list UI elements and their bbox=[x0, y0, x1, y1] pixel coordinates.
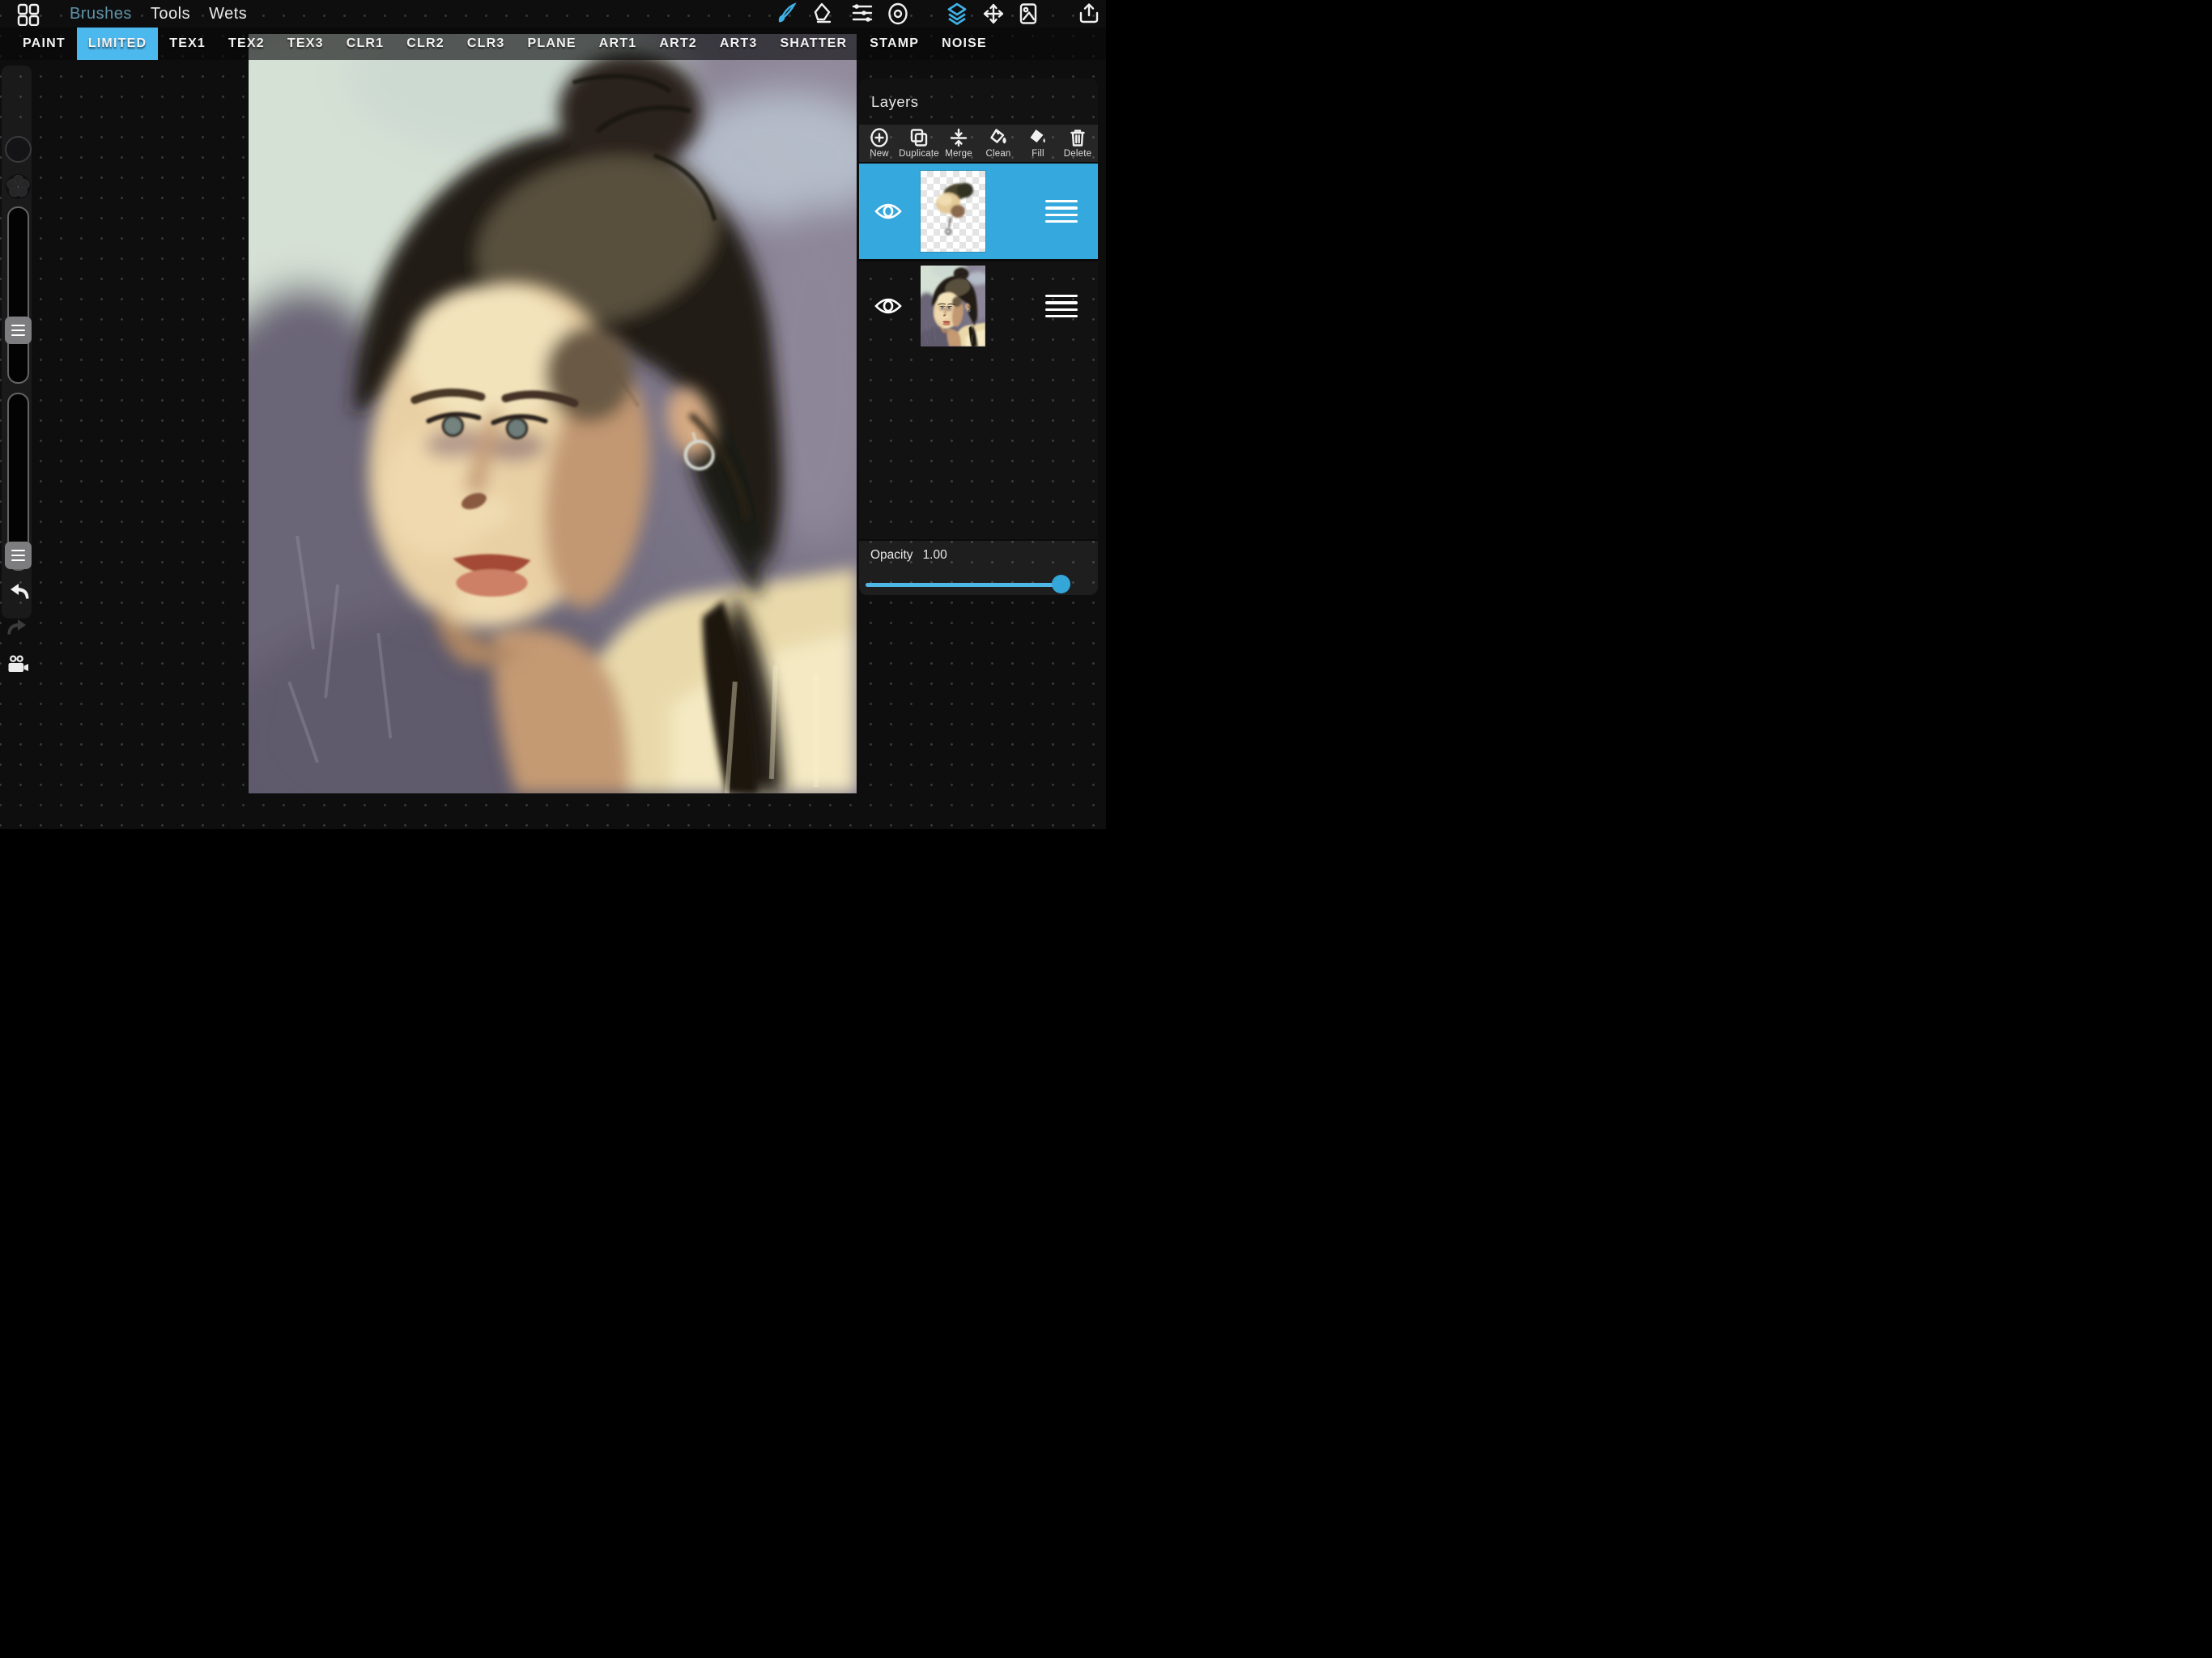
current-color-swatch[interactable] bbox=[5, 136, 32, 163]
menu-item-tools[interactable]: Tools bbox=[151, 5, 190, 23]
sliders-icon[interactable] bbox=[851, 2, 874, 25]
layer-row-portrait[interactable] bbox=[859, 259, 1098, 351]
opacity-label: Opacity bbox=[870, 548, 913, 563]
tab-tex1[interactable]: TEX1 bbox=[158, 28, 217, 60]
layer-visibility-eye-icon[interactable] bbox=[874, 201, 902, 222]
opacity-value: 1.00 bbox=[923, 548, 947, 563]
layer-drag-handle[interactable] bbox=[1045, 295, 1078, 318]
eraser-icon[interactable] bbox=[811, 2, 834, 25]
tab-tex2[interactable]: TEX2 bbox=[217, 28, 276, 60]
paintbrush-icon[interactable] bbox=[775, 2, 798, 25]
layers-panel: Layers New Duplicate Merge Clean Fill bbox=[859, 79, 1098, 595]
apps-grid-icon[interactable] bbox=[16, 3, 40, 26]
redo-icon[interactable] bbox=[7, 618, 29, 639]
tab-plane[interactable]: PLANE bbox=[516, 28, 587, 60]
tab-stamp[interactable]: STAMP bbox=[858, 28, 930, 60]
clean-layer-label: Clean bbox=[985, 149, 1010, 159]
new-layer-button[interactable]: New bbox=[860, 128, 899, 159]
video-camera-icon[interactable] bbox=[7, 655, 29, 673]
merge-layer-button[interactable]: Merge bbox=[939, 128, 978, 159]
layer-thumbnail-paint-daub[interactable] bbox=[921, 171, 985, 252]
tab-limited[interactable]: LIMITED bbox=[77, 28, 158, 60]
delete-layer-button[interactable]: Delete bbox=[1058, 128, 1097, 159]
duplicate-layer-button[interactable]: Duplicate bbox=[900, 128, 938, 159]
brush-opacity-slider-handle[interactable] bbox=[5, 542, 32, 569]
layer-opacity-section: Opacity 1.00 bbox=[859, 539, 1098, 595]
image-icon[interactable] bbox=[1017, 2, 1040, 25]
layers-toolbar: New Duplicate Merge Clean Fill Delete bbox=[859, 125, 1098, 162]
menu-item-wets[interactable]: Wets bbox=[209, 5, 247, 23]
tab-art1[interactable]: ART1 bbox=[588, 28, 649, 60]
layer-drag-handle[interactable] bbox=[1045, 200, 1078, 223]
tab-clr3[interactable]: CLR3 bbox=[456, 28, 517, 60]
undo-icon[interactable] bbox=[7, 582, 29, 603]
move-icon[interactable] bbox=[982, 2, 1005, 25]
merge-layer-label: Merge bbox=[945, 149, 972, 159]
fill-layer-button[interactable]: Fill bbox=[1019, 128, 1057, 159]
brush-size-slider[interactable] bbox=[7, 206, 29, 384]
tab-noise[interactable]: NOISE bbox=[930, 28, 998, 60]
new-layer-label: New bbox=[870, 149, 889, 159]
layer-list bbox=[859, 162, 1098, 539]
opacity-slider-handle[interactable] bbox=[1052, 575, 1070, 593]
tab-clr1[interactable]: CLR1 bbox=[335, 28, 396, 60]
opacity-slider-track[interactable] bbox=[866, 583, 1068, 587]
brush-category-tabs: PAINT LIMITED TEX1 TEX2 TEX3 CLR1 CLR2 C… bbox=[0, 28, 1106, 60]
duplicate-layer-label: Duplicate bbox=[899, 149, 939, 159]
clean-layer-button[interactable]: Clean bbox=[979, 128, 1018, 159]
app-window: Brushes Tools Wets bbox=[0, 0, 1106, 829]
layer-thumbnail-portrait[interactable] bbox=[921, 266, 985, 346]
tab-tex3[interactable]: TEX3 bbox=[276, 28, 335, 60]
menu-item-brushes[interactable]: Brushes bbox=[70, 5, 132, 23]
tab-shatter[interactable]: SHATTER bbox=[769, 28, 859, 60]
tab-art3[interactable]: ART3 bbox=[708, 28, 769, 60]
delete-layer-label: Delete bbox=[1064, 149, 1091, 159]
record-circle-icon[interactable] bbox=[887, 2, 909, 25]
layer-visibility-eye-icon[interactable] bbox=[874, 295, 902, 317]
painting-canvas[interactable] bbox=[249, 34, 857, 793]
fill-layer-label: Fill bbox=[1032, 149, 1044, 159]
layer-row-top[interactable] bbox=[859, 164, 1098, 259]
color-wheel-flower-icon[interactable] bbox=[5, 173, 32, 200]
tab-paint[interactable]: PAINT bbox=[11, 28, 77, 60]
layers-panel-title: Layers bbox=[859, 79, 1098, 125]
brush-size-slider-handle[interactable] bbox=[5, 317, 32, 344]
mode-menu: Brushes Tools Wets bbox=[70, 0, 247, 28]
layers-icon[interactable] bbox=[946, 2, 968, 25]
tab-clr2[interactable]: CLR2 bbox=[395, 28, 456, 60]
export-icon[interactable] bbox=[1078, 2, 1100, 25]
opacity-label-row: Opacity 1.00 bbox=[870, 548, 947, 563]
top-toolbar: Brushes Tools Wets bbox=[0, 0, 1106, 28]
tab-art2[interactable]: ART2 bbox=[648, 28, 708, 60]
portrait-artwork bbox=[249, 34, 857, 793]
left-tool-rail bbox=[2, 66, 32, 619]
